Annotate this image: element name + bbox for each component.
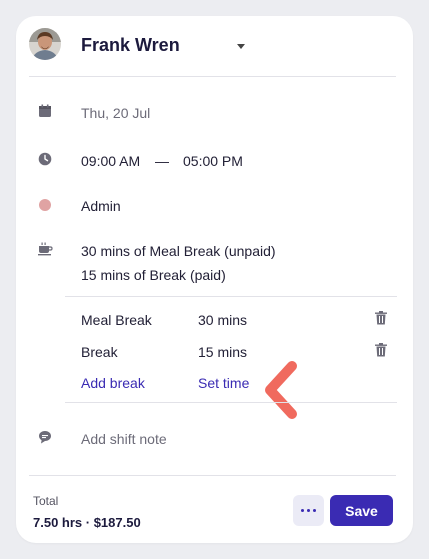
trash-icon[interactable] [375, 311, 387, 330]
breaks-top-divider [65, 296, 397, 297]
comment-icon [36, 428, 54, 446]
coffee-cup-icon [36, 240, 54, 258]
total-label: Total [33, 494, 59, 508]
shift-card: Frank Wren Thu, 20 Jul 09:00 AM — 05:00 … [16, 16, 413, 543]
breaks-bottom-divider [65, 402, 397, 403]
add-break-link[interactable]: Add break [81, 375, 145, 391]
more-dots-icon [301, 509, 304, 512]
break-summary-break: 15 mins of Break (paid) [81, 267, 226, 283]
avatar [29, 28, 61, 60]
header-divider [29, 76, 396, 77]
more-options-button[interactable] [293, 495, 324, 526]
shift-date[interactable]: Thu, 20 Jul [81, 105, 150, 121]
save-button[interactable]: Save [330, 495, 393, 526]
break-summary-meal: 30 mins of Meal Break (unpaid) [81, 243, 276, 259]
clock-icon [36, 150, 54, 168]
shift-role[interactable]: Admin [81, 198, 121, 214]
trash-icon[interactable] [375, 343, 387, 362]
calendar-icon [36, 102, 54, 120]
start-time[interactable]: 09:00 AM [81, 153, 140, 169]
role-dot-icon [36, 196, 54, 214]
break-duration[interactable]: 30 mins [198, 312, 247, 328]
total-value: 7.50 hrs · $187.50 [33, 515, 141, 530]
footer-divider [29, 475, 396, 476]
break-type[interactable]: Break [81, 344, 118, 360]
more-dot [313, 509, 316, 512]
set-time-link[interactable]: Set time [198, 375, 249, 391]
break-duration[interactable]: 15 mins [198, 344, 247, 360]
employee-name[interactable]: Frank Wren [81, 35, 180, 56]
break-type[interactable]: Meal Break [81, 312, 152, 328]
end-time[interactable]: 05:00 PM [183, 153, 243, 169]
time-separator: — [155, 153, 169, 169]
shift-note-input[interactable]: Add shift note [81, 431, 167, 447]
more-dot [307, 509, 310, 512]
chevron-left-annotation-icon [262, 361, 302, 424]
chevron-down-icon[interactable] [237, 44, 245, 49]
